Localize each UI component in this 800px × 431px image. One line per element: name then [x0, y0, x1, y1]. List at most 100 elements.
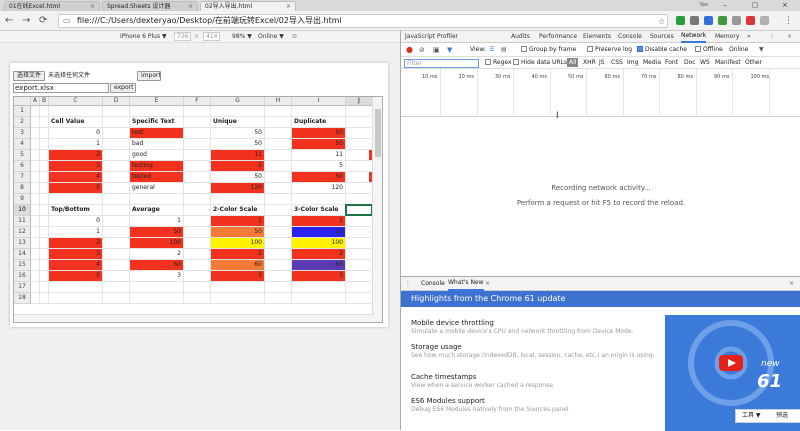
active-cell-selection[interactable] — [345, 204, 373, 216]
column-header[interactable]: C — [49, 97, 103, 106]
data-cell[interactable]: 50 — [211, 172, 264, 182]
disable-cache-checkbox[interactable]: Disable cache — [637, 43, 687, 57]
row-header[interactable]: 13 — [14, 238, 31, 249]
tab-overflow[interactable]: » — [747, 31, 751, 43]
column-header[interactable]: B — [40, 97, 49, 106]
data-cell[interactable]: 120 — [211, 183, 264, 193]
data-cell[interactable]: good — [130, 150, 183, 160]
tab-sources[interactable]: Sources — [650, 31, 674, 43]
chrome-61-video-thumbnail[interactable]: new 61 工具 ▼ 预选 — [665, 315, 800, 431]
network-throttle-select[interactable]: Online ▼ — [258, 31, 284, 42]
cell-grid[interactable]: Cell Value Specific Text Unique Duplicate To… — [31, 106, 373, 316]
data-cell[interactable]: test — [130, 128, 183, 138]
ime-preview-button[interactable]: 预选 — [776, 410, 788, 422]
browser-tab-online-excel[interactable]: 01在线Excel.html × — [4, 1, 100, 11]
filter-img[interactable]: Img — [627, 57, 638, 69]
header-cell[interactable]: Duplicate — [292, 117, 345, 127]
header-cell[interactable]: Average — [130, 205, 183, 215]
network-timeline-overview[interactable]: 10 ms 20 ms 30 ms 40 ms 50 ms 60 ms 70 ms 80 ms… — [401, 69, 800, 117]
header-cell[interactable]: Unique — [211, 117, 264, 127]
filter-xhr[interactable]: XHR — [583, 57, 596, 69]
row-header[interactable]: 9 — [14, 194, 31, 205]
row-header[interactable]: 1 — [14, 106, 31, 117]
row-header[interactable]: 11 — [14, 216, 31, 227]
filter-ws[interactable]: WS — [700, 57, 710, 69]
data-cell[interactable]: 50 — [211, 128, 264, 138]
row-header[interactable]: 10 — [14, 205, 31, 216]
data-cell[interactable]: 11 — [211, 150, 264, 160]
row-header[interactable]: 8 — [14, 183, 31, 194]
data-cell[interactable]: 100 — [211, 238, 264, 248]
data-cell[interactable]: tested — [130, 172, 183, 182]
close-drawer-icon[interactable]: × — [789, 277, 794, 291]
chevron-down-icon[interactable]: ▼ — [759, 43, 764, 57]
offline-checkbox[interactable]: Offline — [695, 43, 723, 57]
minimize-icon[interactable]: – — [710, 0, 740, 11]
close-icon[interactable]: × — [485, 277, 490, 291]
row-header[interactable]: 7 — [14, 172, 31, 183]
regex-checkbox[interactable]: Regex — [485, 57, 512, 69]
data-cell[interactable]: 50 — [292, 128, 345, 138]
close-window-icon[interactable]: × — [770, 0, 800, 11]
data-cell[interactable]: 3 — [292, 271, 345, 281]
filter-all[interactable]: All — [567, 58, 579, 67]
filter-css[interactable]: CSS — [611, 57, 623, 69]
data-cell[interactable]: 1 — [130, 216, 183, 226]
column-header[interactable]: A — [31, 97, 40, 106]
url-field[interactable]: ▭ file:///C:/Users/dexteryao/Desktop/在前端玩… — [58, 14, 668, 28]
spreadsheet[interactable]: ABCDEFGHIJ 1 2 3 4 5 6 7 8 9 10 11 12 13 14 15 16 17 18 C… — [13, 96, 383, 323]
extension-icon[interactable] — [746, 16, 755, 25]
browser-tab-designer[interactable]: Spread.Sheets 设计器 × — [102, 1, 198, 11]
column-header[interactable]: J — [346, 97, 373, 106]
row-header[interactable]: 18 — [14, 293, 31, 304]
row-header[interactable]: 4 — [14, 139, 31, 150]
choose-file-button[interactable]: 选择文件 — [13, 71, 46, 81]
close-icon[interactable]: × — [188, 2, 193, 11]
tab-network[interactable]: Network — [681, 31, 707, 43]
data-cell[interactable]: 100 — [130, 238, 183, 248]
column-header[interactable]: E — [130, 97, 184, 106]
filter-other[interactable]: Other — [745, 57, 762, 69]
tab-performance[interactable]: Performance — [539, 31, 577, 43]
data-cell[interactable]: 11 — [292, 150, 345, 160]
hide-data-urls-checkbox[interactable]: Hide data URLs — [513, 57, 567, 69]
row-header[interactable]: 12 — [14, 227, 31, 238]
whats-new-item[interactable]: ES6 Modules support Debug ES6 Modules nat… — [411, 397, 661, 414]
header-cell[interactable]: 2-Color Scale — [211, 205, 264, 215]
data-cell[interactable]: 50 — [292, 227, 345, 237]
data-cell[interactable]: 5 — [49, 183, 102, 193]
data-cell[interactable]: 3 — [49, 161, 102, 171]
data-cell[interactable]: 4 — [49, 172, 102, 182]
clear-icon[interactable]: ⊘ — [419, 43, 425, 57]
header-cell[interactable]: Top/Bottom — [49, 205, 102, 215]
more-icon[interactable]: ⋮ — [405, 277, 411, 291]
throttle-select[interactable]: Online — [729, 43, 748, 57]
horizontal-scrollbar[interactable] — [14, 314, 374, 322]
data-cell[interactable]: 3 — [130, 271, 183, 281]
column-header[interactable]: I — [292, 97, 346, 106]
whats-new-item[interactable]: Storage usage See how much storage (Index… — [411, 343, 661, 360]
menu-icon[interactable]: ⋮ — [784, 15, 793, 27]
filename-input[interactable]: export.xlsx — [13, 83, 109, 93]
header-cell[interactable]: Specific Text — [130, 117, 183, 127]
height-field[interactable]: 414 — [203, 32, 221, 41]
row-header[interactable]: 16 — [14, 271, 31, 282]
drawer-tab-whats-new[interactable]: What's New — [448, 277, 484, 291]
row-header[interactable]: 5 — [14, 150, 31, 161]
row-header[interactable]: 15 — [14, 260, 31, 271]
extension-drive-icon[interactable] — [676, 16, 685, 25]
close-icon[interactable]: × — [90, 2, 95, 11]
tab-audits[interactable]: Audits — [511, 31, 530, 43]
forward-icon[interactable]: → — [22, 15, 30, 27]
row-header[interactable]: 2 — [14, 117, 31, 128]
column-header[interactable]: H — [265, 97, 292, 106]
rotate-icon[interactable]: ⊘ — [292, 31, 297, 42]
data-cell[interactable]: 5 — [49, 271, 102, 281]
data-cell[interactable]: 120 — [292, 183, 345, 193]
tab-console[interactable]: Console — [618, 31, 642, 43]
filter-js[interactable]: JS — [599, 57, 605, 69]
data-cell[interactable]: 3 — [211, 271, 264, 281]
filter-input[interactable]: Filter — [404, 59, 479, 68]
row-header[interactable]: 17 — [14, 282, 31, 293]
close-icon[interactable]: × — [286, 2, 291, 11]
